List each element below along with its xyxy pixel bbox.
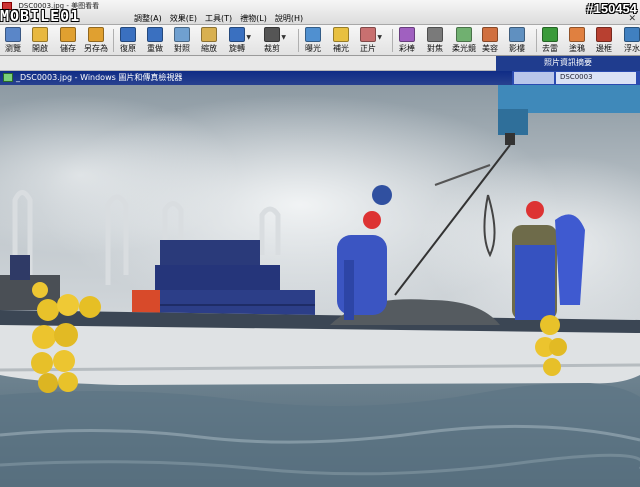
soft-lens-label: 柔光鏡: [452, 44, 476, 53]
toolbar-separator: [392, 29, 393, 52]
watermark-label: 浮水: [624, 44, 640, 53]
save-as-button[interactable]: 另存為: [84, 26, 108, 55]
beauty-label: 美容: [482, 44, 498, 53]
positive-film-label: 正片: [360, 44, 376, 53]
compare-icon: [174, 27, 190, 42]
save-as-label: 另存為: [84, 44, 108, 53]
menu-adjust[interactable]: 調整(A): [130, 13, 166, 24]
redo-label: 重做: [147, 44, 163, 53]
watermark-button[interactable]: 浮水: [624, 26, 640, 55]
redo-button[interactable]: 重做: [147, 26, 163, 55]
crop-label: 裁剪: [264, 44, 280, 53]
menu-help[interactable]: 說明(H): [271, 13, 307, 24]
undo-button[interactable]: 復原: [120, 26, 136, 55]
denoise-label: 去雷: [542, 44, 558, 53]
photo-info-panel-header[interactable]: 照片資訊摘要: [496, 56, 640, 71]
rotate-label: 旋轉: [229, 44, 245, 53]
crop-button[interactable]: 裁剪 ▼: [264, 26, 286, 55]
browse-icon: [5, 27, 21, 42]
doodle-label: 塗鴉: [569, 44, 585, 53]
main-toolbar: 瀏覽 開啟 儲存 另存為 復原 重做 對照 縮放 旋轉 ▼ 裁剪 ▼ 曝光 補光…: [0, 25, 640, 56]
fill-light-label: 補光: [333, 44, 349, 53]
browse-button[interactable]: 瀏覽: [5, 26, 21, 55]
open-label: 開啟: [32, 44, 48, 53]
photo-info-title: 照片資訊摘要: [544, 58, 592, 67]
open-button[interactable]: 開啟: [32, 26, 48, 55]
resize-button[interactable]: 縮放: [201, 26, 217, 55]
positive-film-dropdown-icon[interactable]: ▼: [377, 34, 382, 41]
resize-label: 縮放: [201, 44, 217, 53]
positive-film-button[interactable]: 正片 ▼: [360, 26, 382, 55]
toolbar-separator: [536, 29, 537, 52]
photo-info-value: DSC0003: [560, 73, 593, 81]
crop-dropdown-icon[interactable]: ▼: [281, 34, 286, 41]
focus-icon: [427, 27, 443, 42]
resize-icon: [201, 27, 217, 42]
fill-light-button[interactable]: 補光: [333, 26, 349, 55]
positive-film-icon: [360, 27, 376, 42]
exposure-icon: [305, 27, 321, 42]
menu-tools[interactable]: 工具(T): [201, 13, 236, 24]
compare-label: 對照: [174, 44, 190, 53]
save-as-icon: [88, 27, 104, 42]
save-label: 儲存: [60, 44, 76, 53]
undo-label: 復原: [120, 44, 136, 53]
crop-icon: [264, 27, 280, 42]
soft-lens-icon: [456, 27, 472, 42]
redo-icon: [147, 27, 163, 42]
color-wand-icon: [399, 27, 415, 42]
soft-lens-button[interactable]: 柔光鏡: [452, 26, 476, 55]
watermark-icon: [624, 27, 640, 42]
fishing-boat-photo: [0, 85, 640, 487]
mobile01-logo: MOBILE01: [0, 7, 81, 25]
color-wand-label: 彩棒: [399, 44, 415, 53]
compare-button[interactable]: 對照: [174, 26, 190, 55]
folder-open-icon: [32, 27, 48, 42]
photo-info-row: DSC0003: [512, 71, 640, 85]
beauty-button[interactable]: 美容: [482, 26, 498, 55]
main-menu: 調整(A) 效果(E) 工具(T) 禮物(L) 說明(H): [130, 13, 307, 24]
exposure-label: 曝光: [305, 44, 321, 53]
studio-label: 影樓: [509, 44, 525, 53]
fill-light-icon: [333, 27, 349, 42]
studio-button[interactable]: 影樓: [509, 26, 525, 55]
rotate-button[interactable]: 旋轉 ▼: [229, 26, 251, 55]
save-icon: [60, 27, 76, 42]
focus-button[interactable]: 對焦: [427, 26, 443, 55]
denoise-button[interactable]: 去雷: [542, 26, 558, 55]
toolbar-separator: [113, 29, 114, 52]
menu-effects[interactable]: 效果(E): [166, 13, 201, 24]
undo-icon: [120, 27, 136, 42]
exposure-button[interactable]: 曝光: [305, 26, 321, 55]
menu-gifts[interactable]: 禮物(L): [236, 13, 271, 24]
denoise-icon: [542, 27, 558, 42]
doodle-button[interactable]: 塗鴉: [569, 26, 585, 55]
studio-icon: [509, 27, 525, 42]
frame-button[interactable]: 邊框: [596, 26, 612, 55]
photo-canvas[interactable]: [0, 85, 640, 487]
frame-label: 邊框: [596, 44, 612, 53]
photo-info-key-cell: [514, 72, 554, 84]
browse-label: 瀏覽: [5, 44, 21, 53]
frame-icon: [596, 27, 612, 42]
doodle-icon: [569, 27, 585, 42]
info-strip: 照片資訊摘要: [0, 56, 640, 71]
rotate-dropdown-icon[interactable]: ▼: [246, 34, 251, 41]
app-menubar: _DSC0003.jpg - 美图看看 MOBILE01 調整(A) 效果(E)…: [0, 0, 640, 25]
toolbar-separator: [298, 29, 299, 52]
viewer-window-title: _DSC0003.jpg - Windows 圖片和傳真檢視器: [16, 73, 183, 82]
save-button[interactable]: 儲存: [60, 26, 76, 55]
focus-label: 對焦: [427, 44, 443, 53]
close-icon[interactable]: ✕: [628, 14, 636, 24]
image-viewer-icon: [3, 73, 13, 82]
beauty-icon: [482, 27, 498, 42]
color-wand-button[interactable]: 彩棒: [399, 26, 415, 55]
rotate-icon: [229, 27, 245, 42]
